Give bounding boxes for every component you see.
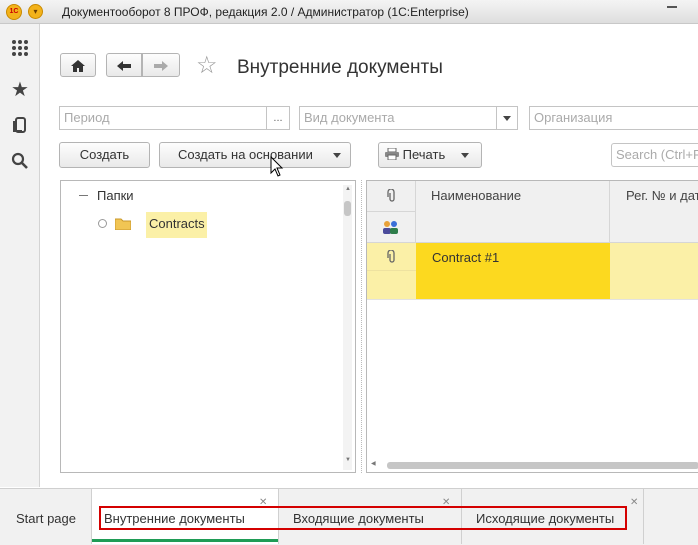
window-title: Документооборот 8 ПРОФ, редакция 2.0 / А… [62,5,469,19]
title-bar: 1C ▾ Документооборот 8 ПРОФ, редакция 2.… [0,0,698,24]
name-column-header[interactable]: Наименование [416,181,610,243]
star-icon[interactable]: ★ [10,80,30,100]
tree-root-label[interactable]: Папки [97,188,134,203]
print-label: Печать [402,147,446,162]
favorite-star-icon[interactable]: ☆ [196,53,222,79]
reg-column-header[interactable]: Рег. № и дата [610,181,698,243]
home-icon [71,60,85,72]
documents-table: Наименование Рег. № и дата Contract #1 ◀ [366,180,698,473]
search-icon[interactable] [10,152,30,172]
row-users-cell [367,271,416,299]
collapse-icon[interactable] [79,195,88,204]
reg-column-label: Рег. № и дата [626,188,698,203]
arrow-right-icon [154,61,168,71]
row-divider [367,299,698,300]
tree-node-dot-icon [98,219,107,228]
tab-start-page[interactable]: Start page [0,489,92,544]
search-field[interactable]: Search (Ctrl+F) [611,143,698,167]
row-name-cell: Contract #1 [416,243,610,299]
users-icon [383,221,398,234]
period-select-button[interactable]: ... [266,106,290,130]
create-based-on-button[interactable]: Создать на основании [159,142,351,168]
highlight-box [99,506,627,530]
attachment-header[interactable] [367,181,416,212]
minimize-button[interactable] [667,6,677,8]
home-button[interactable] [60,53,96,77]
main-menu-button[interactable]: ▾ [28,4,43,19]
open-windows-bar: Start page Внутренние документы ✕ Входящ… [0,488,698,545]
forward-button[interactable] [142,53,180,77]
row-reg-cell [610,243,698,299]
panel-splitter[interactable] [361,180,362,473]
printer-icon [385,147,399,161]
tree-scroll-thumb[interactable] [344,201,351,216]
grid-horizontal-scroll-thumb[interactable] [387,462,698,469]
name-column-label: Наименование [431,188,522,203]
tab-start-label: Start page [16,511,76,526]
chevron-down-icon [461,153,470,159]
close-icon[interactable]: ✕ [630,497,638,508]
folder-icon [114,217,132,233]
users-header[interactable] [367,212,416,243]
doc-type-dropdown[interactable] [496,106,518,130]
period-field[interactable]: Период [59,106,267,130]
create-based-on-label: Создать на основании [178,147,313,162]
organization-field[interactable]: Организация [529,106,698,130]
grid-menu-icon[interactable] [10,39,30,59]
row-attachment-cell [367,243,416,271]
scroll-left-icon[interactable]: ◀ [371,460,376,467]
folder-tree: Папки Contracts ▲ ▼ [60,180,356,473]
tree-item-contracts[interactable]: Contracts [146,212,207,238]
paperclip-icon [387,249,395,263]
print-button[interactable]: Печать [378,142,482,168]
app-logo-icon: 1C [6,4,22,20]
chevron-down-icon [332,153,341,159]
scroll-up-icon[interactable]: ▲ [345,186,351,192]
sidebar: ★ [0,24,40,487]
arrow-left-icon [117,61,131,71]
tree-scrollbar[interactable] [343,185,352,470]
active-tab-indicator [92,539,278,542]
paperclip-icon [387,188,395,202]
back-button[interactable] [106,53,142,77]
doc-type-field[interactable]: Вид документа [299,106,497,130]
create-button[interactable]: Создать [59,142,150,168]
table-row[interactable]: Contract #1 [367,243,698,299]
history-icon[interactable] [10,116,30,136]
scroll-down-icon[interactable]: ▼ [345,457,351,463]
mouse-cursor-icon [270,156,284,177]
chevron-down-icon [503,115,511,121]
page-title: Внутренние документы [237,57,443,78]
